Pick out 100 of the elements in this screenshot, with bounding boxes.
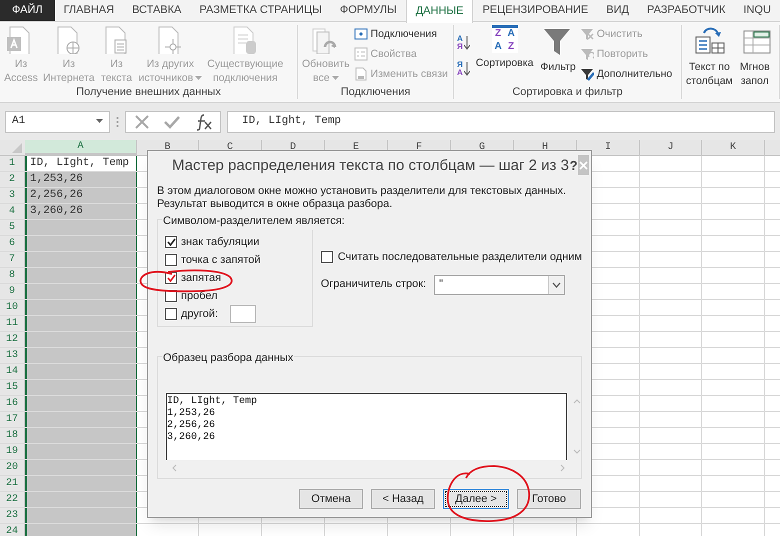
table-cell[interactable] xyxy=(25,396,137,411)
name-box[interactable]: A1 xyxy=(5,110,110,132)
preview-line: ID, LIght, Temp xyxy=(167,396,258,408)
table-cell[interactable] xyxy=(25,412,137,427)
checkmark-icon xyxy=(166,238,176,246)
row-header[interactable]: 14 xyxy=(0,364,25,379)
table-cell[interactable]: ID, LIght, Temp xyxy=(25,156,137,171)
row-header[interactable]: 4 xyxy=(0,204,25,219)
option-label: знак табуляции xyxy=(181,234,260,250)
funnel-refresh-icon xyxy=(580,47,594,61)
row-header[interactable]: 6 xyxy=(0,236,25,251)
row-header[interactable]: 22 xyxy=(0,492,25,507)
ribbon-button[interactable]: Подключения xyxy=(354,27,448,41)
table-cell[interactable] xyxy=(25,444,137,459)
table-cell[interactable] xyxy=(25,460,137,475)
sort-button[interactable]: Я А xyxy=(457,61,470,77)
table-cell[interactable] xyxy=(25,428,137,443)
function-icon[interactable] xyxy=(194,112,212,130)
help-button[interactable]: ? xyxy=(568,156,578,176)
ribbon-tab[interactable]: ГЛАВНАЯ xyxy=(54,0,124,21)
row-header[interactable]: 23 xyxy=(0,508,25,523)
sort-button[interactable]: А Я xyxy=(457,35,470,51)
row-header[interactable]: 3 xyxy=(0,188,25,203)
ribbon-button[interactable]: Дополнительно xyxy=(580,67,672,81)
ribbon-button[interactable]: Мгнов запол xyxy=(736,25,773,99)
caret-icon xyxy=(332,76,339,80)
table-cell[interactable] xyxy=(25,476,137,491)
row-header[interactable]: 13 xyxy=(0,348,25,363)
ribbon-tab[interactable]: ДАННЫЕ xyxy=(406,0,474,23)
checkbox[interactable] xyxy=(320,251,333,264)
properties-icon xyxy=(354,47,368,61)
row-header[interactable]: 20 xyxy=(0,460,25,475)
group-label: Подключения xyxy=(340,85,412,99)
table-cell[interactable]: 2,256,26 xyxy=(25,188,137,203)
row-header[interactable]: 21 xyxy=(0,476,25,491)
ribbon-tab[interactable]: РАЗРАБОТЧИК xyxy=(638,0,734,21)
ribbon-tab[interactable]: РЕЦЕНЗИРОВАНИЕ xyxy=(473,0,598,21)
row-header[interactable]: 18 xyxy=(0,428,25,443)
table-cell[interactable]: 3,260,26 xyxy=(25,204,137,219)
checkmark-icon[interactable] xyxy=(163,114,181,128)
row-header[interactable]: 16 xyxy=(0,396,25,411)
option-label: другой: xyxy=(181,306,218,322)
ribbon-tab[interactable]: ФОРМУЛЫ xyxy=(330,0,406,21)
row-header[interactable]: 17 xyxy=(0,412,25,427)
row-header[interactable]: 12 xyxy=(0,332,25,347)
ribbon-tab[interactable]: ВИД xyxy=(597,0,638,21)
down-arrow-icon xyxy=(464,62,470,76)
column-header[interactable]: J xyxy=(640,140,702,155)
table-cell[interactable]: 1,253,26 xyxy=(25,172,137,187)
table-cell[interactable] xyxy=(25,252,137,267)
cancel-icon[interactable] xyxy=(134,114,150,130)
dropdown-field[interactable]: " xyxy=(434,274,566,294)
ribbon-button[interactable]: Фильтр xyxy=(539,25,577,85)
row-header[interactable]: 19 xyxy=(0,444,25,459)
row-header[interactable]: 11 xyxy=(0,316,25,331)
row-header[interactable]: 15 xyxy=(0,380,25,395)
option-label: запятая xyxy=(181,270,222,286)
table-cell[interactable] xyxy=(25,348,137,363)
formula-field[interactable]: ID, LIght, Temp xyxy=(227,110,775,132)
row-header[interactable]: 2 xyxy=(0,172,25,187)
table-cell[interactable] xyxy=(25,492,137,507)
table-cell[interactable] xyxy=(25,508,137,523)
table-cell[interactable] xyxy=(25,364,137,379)
cell-reference: A1 xyxy=(12,114,26,130)
checkbox[interactable] xyxy=(165,236,177,248)
group-label: Сортировка и фильтр xyxy=(511,85,624,99)
dialog-button[interactable]: Готово xyxy=(517,489,581,509)
ribbon-tab[interactable]: ФАЙЛ xyxy=(0,0,55,21)
row-header[interactable]: 9 xyxy=(0,284,25,299)
row-header[interactable]: 8 xyxy=(0,268,25,283)
row-header[interactable]: 7 xyxy=(0,252,25,267)
column-header[interactable]: K xyxy=(702,140,765,155)
table-cell[interactable] xyxy=(25,268,137,283)
row-header[interactable]: 5 xyxy=(0,220,25,235)
ribbon-button[interactable]: Z A A Z Сортировка xyxy=(472,25,536,85)
table-cell[interactable] xyxy=(25,300,137,315)
table-cell[interactable] xyxy=(25,524,137,536)
table-cell[interactable] xyxy=(25,316,137,331)
table-cell[interactable] xyxy=(25,220,137,235)
dialog-button[interactable]: Отмена xyxy=(299,489,363,509)
dialog-button[interactable]: Далее > xyxy=(443,489,509,509)
option-label: пробел xyxy=(181,288,218,304)
table-cell[interactable] xyxy=(25,332,137,347)
ribbon-tab[interactable]: INQU xyxy=(734,0,780,21)
row-header[interactable]: 24 xyxy=(0,524,25,536)
ribbon-tab[interactable]: РАЗМЕТКА СТРАНИЦЫ xyxy=(190,0,331,21)
dialog-button[interactable]: < Назад xyxy=(371,489,435,509)
table-cell[interactable] xyxy=(25,284,137,299)
grip-icon xyxy=(116,116,119,128)
row-header[interactable]: 1 xyxy=(0,156,25,171)
ribbon-button[interactable]: Текст по столбцам xyxy=(685,25,734,99)
column-header[interactable]: A xyxy=(25,140,137,155)
input-field[interactable] xyxy=(230,305,256,323)
checkbox[interactable] xyxy=(165,254,177,266)
ribbon-tab[interactable]: ВСТАВКА xyxy=(123,0,190,21)
checkbox[interactable] xyxy=(165,308,177,320)
preview-line: 3,260,26 xyxy=(167,432,216,444)
table-cell[interactable] xyxy=(25,236,137,251)
row-header[interactable]: 10 xyxy=(0,300,25,315)
table-cell[interactable] xyxy=(25,380,137,395)
